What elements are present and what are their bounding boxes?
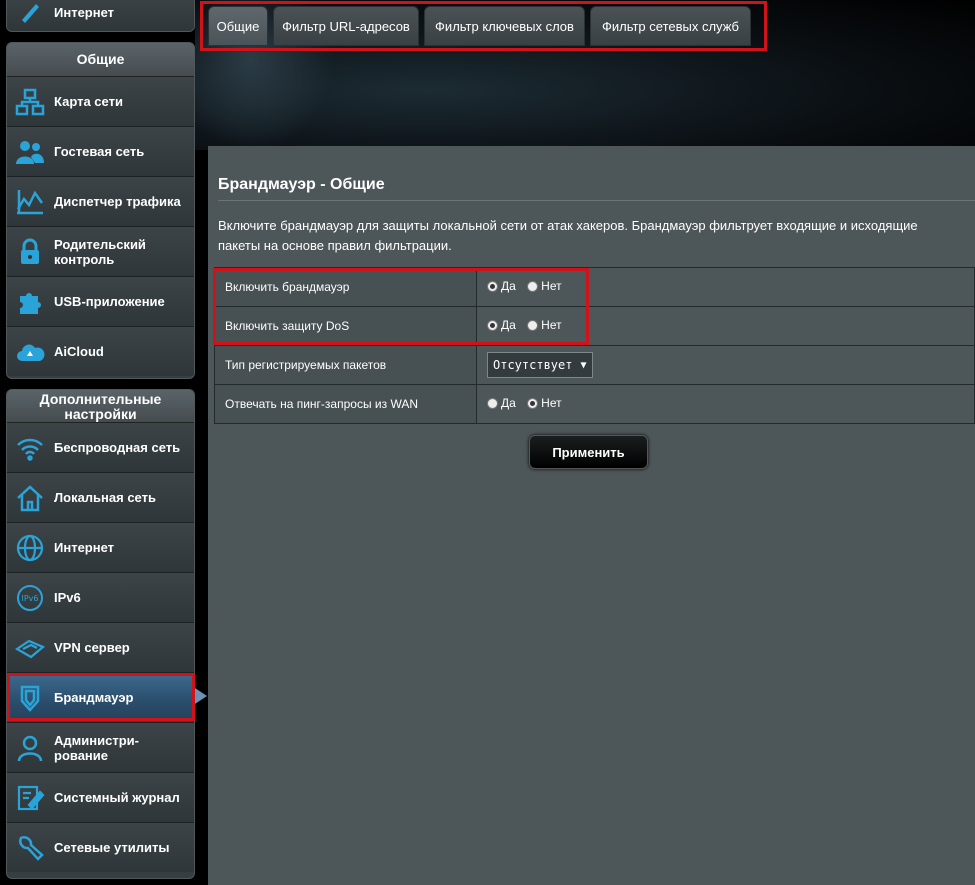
tab-keyword-filter[interactable]: Фильтр ключевых слов xyxy=(424,6,585,46)
sidebar-item-label: Родительский контроль xyxy=(54,236,146,267)
radio-button[interactable] xyxy=(527,397,539,409)
ping-wan-no-option[interactable]: Нет xyxy=(527,396,562,411)
sidebar-item-network-tools[interactable]: Сетевые утилиты xyxy=(7,823,194,872)
sidebar-item-administration[interactable]: Администри-рование xyxy=(7,723,194,773)
sidebar-item-label: Гостевая сеть xyxy=(54,144,145,159)
title-divider xyxy=(218,200,975,201)
enable-dos-yes-option[interactable]: Да xyxy=(487,318,516,332)
page-description: Включите брандмауэр для защиты локальной… xyxy=(218,218,918,253)
radio-button[interactable] xyxy=(527,280,539,292)
radio-label: Да xyxy=(501,279,516,294)
sidebar-item-label: Интернет xyxy=(54,4,115,20)
enable-firewall-no-option[interactable]: Нет xyxy=(527,279,562,294)
setting-label: Тип регистрируемых пакетов xyxy=(214,345,477,385)
radio-button[interactable] xyxy=(487,397,498,409)
setting-label: Отвечать на пинг-запросы из WAN xyxy=(214,384,477,424)
sidebar-general-header: Общие xyxy=(7,43,194,77)
sidebar-item-label: VPN сервер xyxy=(54,640,130,655)
sidebar-item-aicloud[interactable]: AiCloud xyxy=(7,327,194,376)
setting-row-log-type: Тип регистрируемых пакетов Отсутствует ▼ xyxy=(214,345,975,385)
lock-icon xyxy=(14,236,46,268)
setting-value: Да Нет xyxy=(476,306,975,346)
system-log-icon xyxy=(14,782,46,814)
cloud-icon xyxy=(14,336,46,368)
radio-label: Нет xyxy=(541,396,562,411)
sidebar-item-ipv6[interactable]: IPv6 IPv6 xyxy=(7,573,194,623)
sidebar-item-parental-control[interactable]: Родительский контроль xyxy=(7,227,194,277)
puzzle-icon xyxy=(14,286,46,318)
sidebar-advanced-group: Дополнительные настройки Беспроводная се… xyxy=(6,389,195,879)
page-title: Брандмауэр - Общие xyxy=(218,176,385,193)
setting-value: Отсутствует ▼ xyxy=(476,345,975,385)
setting-label: Включить брандмауэр xyxy=(214,267,477,307)
log-type-select[interactable]: Отсутствует ▼ xyxy=(487,352,593,378)
sidebar-item-network-map[interactable]: Карта сети xyxy=(7,77,194,127)
chevron-down-icon: ▼ xyxy=(580,359,587,371)
home-icon xyxy=(14,482,46,514)
sidebar-item-label: Беспроводная сеть xyxy=(54,440,181,455)
setting-row-enable-dos: Включить защиту DoS Да Нет xyxy=(214,306,975,346)
sidebar-item-vpn[interactable]: VPN сервер xyxy=(7,623,194,673)
radio-button[interactable] xyxy=(487,280,498,292)
vpn-icon xyxy=(14,632,46,664)
admin-user-icon xyxy=(14,732,46,764)
setting-value: Да Нет xyxy=(476,267,975,307)
sidebar-advanced-header: Дополнительные настройки xyxy=(7,390,194,423)
sidebar-item-label: Карта сети xyxy=(54,94,123,109)
radio-label: Да xyxy=(501,318,516,333)
edit-icon xyxy=(14,0,46,28)
sidebar-item-label: Интернет xyxy=(54,540,115,555)
sidebar-item-label: Сетевые утилиты xyxy=(54,840,170,855)
sidebar-item-guest-network[interactable]: Гостевая сеть xyxy=(7,127,194,177)
tab-network-services-filter[interactable]: Фильтр сетевых служб xyxy=(590,6,751,46)
radio-label: Нет xyxy=(541,279,562,294)
sidebar-item-firewall[interactable]: Брандмауэр xyxy=(7,673,194,723)
sidebar-item-label: USB-приложение xyxy=(54,294,165,309)
enable-dos-no-option[interactable]: Нет xyxy=(527,318,562,333)
svg-text:IPv6: IPv6 xyxy=(21,594,38,603)
radio-label: Да xyxy=(501,396,516,411)
select-value: Отсутствует xyxy=(493,358,573,372)
globe-icon xyxy=(14,532,46,564)
guest-network-icon xyxy=(14,136,46,168)
tab-url-filter[interactable]: Фильтр URL-адресов xyxy=(273,6,419,46)
wifi-icon xyxy=(14,432,46,464)
main-content: Брандмауэр - Общие Включите брандмауэр д… xyxy=(208,146,975,885)
sidebar-item-label: AiCloud xyxy=(54,344,104,359)
sidebar-item-label: Брандмауэр xyxy=(54,690,134,705)
sidebar-item-system-log[interactable]: Системный журнал xyxy=(7,773,194,823)
sidebar-item-label: Системный журнал xyxy=(54,790,180,805)
sidebar-item-internet[interactable]: Интернет xyxy=(7,523,194,573)
sidebar-general-group: Общие Карта сети Гостевая сеть Диспетчер… xyxy=(6,42,195,379)
ipv6-icon: IPv6 xyxy=(14,582,46,614)
sidebar: Интернет Общие Карта сети Гостевая сеть … xyxy=(0,0,207,885)
sidebar-item-label: Диспетчер трафика xyxy=(54,194,181,209)
sidebar-item-label: IPv6 xyxy=(54,590,81,605)
network-map-icon xyxy=(14,86,46,118)
sidebar-item-lan[interactable]: Локальная сеть xyxy=(7,473,194,523)
tab-general[interactable]: Общие xyxy=(208,6,268,46)
sidebar-item-wireless[interactable]: Беспроводная сеть xyxy=(7,423,194,473)
sidebar-item-label: Локальная сеть xyxy=(54,490,156,505)
sidebar-top-group: Интернет xyxy=(6,0,195,32)
radio-button[interactable] xyxy=(487,319,498,331)
sidebar-item-traffic-manager[interactable]: Диспетчер трафика xyxy=(7,177,194,227)
traffic-manager-icon xyxy=(14,186,46,218)
apply-button[interactable]: Применить xyxy=(529,435,648,469)
shield-icon xyxy=(14,682,46,714)
active-item-arrow xyxy=(195,688,207,704)
setting-value: Да Нет xyxy=(476,384,975,424)
setting-row-ping-wan: Отвечать на пинг-запросы из WAN Да Нет xyxy=(214,384,975,424)
ping-wan-yes-option[interactable]: Да xyxy=(487,396,516,410)
sidebar-item-internet-top[interactable]: Интернет xyxy=(7,0,194,31)
radio-label: Нет xyxy=(541,318,562,333)
wrench-icon xyxy=(14,832,46,864)
sidebar-item-label: Администри-рование xyxy=(54,732,139,763)
setting-label: Включить защиту DoS xyxy=(214,306,477,346)
radio-button[interactable] xyxy=(527,319,539,331)
enable-firewall-yes-option[interactable]: Да xyxy=(487,279,516,293)
setting-row-enable-firewall: Включить брандмауэр Да Нет xyxy=(214,267,975,307)
settings-table: Включить брандмауэр Да Нет Включить защи… xyxy=(214,267,975,424)
sidebar-item-usb-app[interactable]: USB-приложение xyxy=(7,277,194,327)
